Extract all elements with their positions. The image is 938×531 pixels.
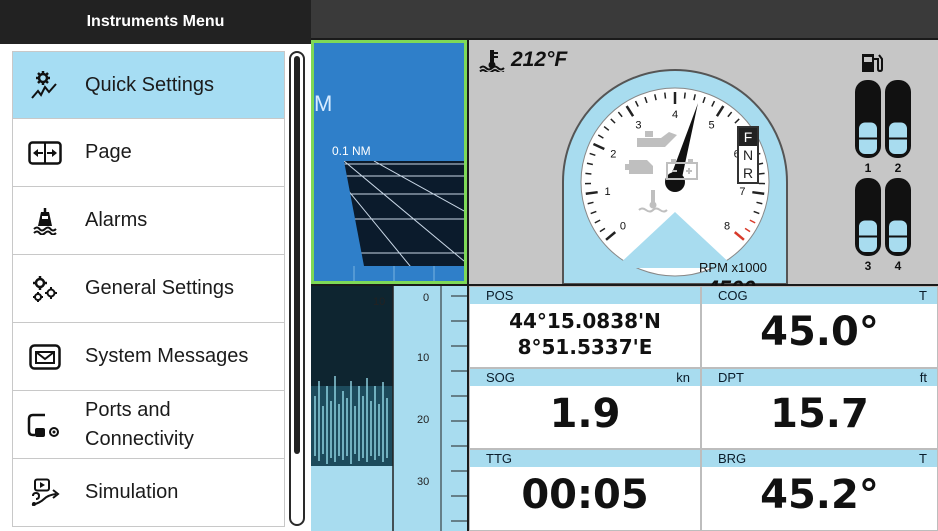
brg-unit: T: [919, 451, 927, 466]
pos-longitude: 8°51.5337'E: [517, 335, 653, 359]
chart-scale-label: 0.1 NM: [332, 144, 371, 158]
gauge-tick-label: 7: [739, 186, 745, 198]
pos-latitude: 44°15.0838'N: [509, 309, 661, 333]
gauge-minor-tick: [585, 172, 592, 175]
page-icon: [25, 140, 65, 165]
chart-perspective-grid: [314, 161, 464, 281]
gauge-minor-tick: [664, 92, 667, 99]
gauge-major-tick: [752, 190, 765, 195]
gear-forward: F: [739, 128, 757, 146]
tank-label: 4: [895, 259, 902, 273]
sog-cell[interactable]: SOG kn 1.9: [469, 368, 701, 449]
rpm-units-label: RPM x1000: [699, 260, 767, 275]
dpt-label: DPT: [718, 370, 744, 385]
menu-title: Instruments Menu: [0, 0, 311, 44]
menu-item-label-line1: Ports and: [85, 398, 171, 421]
sonar-pane[interactable]: 10 0 10 20 30: [311, 286, 467, 531]
engine-pane[interactable]: 212°F 012345678: [469, 40, 938, 301]
menu-item-label: Alarms: [85, 209, 148, 231]
menu-item-label-line2: Connectivity: [85, 427, 194, 450]
sog-label: SOG: [486, 370, 515, 385]
instruments-menu: Instruments Menu Quick Settings Page Ala…: [0, 0, 311, 531]
menu-item-general-settings[interactable]: General Settings: [12, 255, 285, 323]
menu-item-alarms[interactable]: Alarms: [12, 187, 285, 255]
check-engine-icon: [625, 160, 653, 174]
dpt-unit: ft: [919, 370, 927, 385]
ttg-value: 00:05: [521, 472, 649, 518]
sonar-depth-label: 20: [417, 414, 430, 426]
menu-item-label: Simulation: [85, 481, 179, 503]
brg-cell[interactable]: BRG T 45.2°: [701, 449, 938, 531]
tank-levels: 1 2 3 4: [851, 44, 931, 280]
menu-item-simulation[interactable]: Simulation: [12, 459, 285, 527]
gear-selector: F N R: [737, 126, 759, 184]
sog-value: 1.9: [549, 391, 621, 437]
cog-cell[interactable]: COG T 45.0°: [701, 286, 938, 368]
ports-icon: [25, 411, 65, 439]
menu-scrollbar[interactable]: [289, 51, 305, 526]
message-envelope-icon: [25, 343, 65, 370]
gears-icon: [25, 275, 65, 303]
alarm-buoy-icon: [25, 207, 65, 235]
chart-partial-label: M: [314, 91, 333, 116]
sonar-depth-label: 10: [417, 352, 430, 364]
chart-pane[interactable]: M 0.1 NM: [311, 40, 467, 284]
sonar-depth-label: 0: [423, 292, 430, 304]
ttg-cell[interactable]: TTG 00:05: [469, 449, 701, 531]
gauge-minor-tick: [758, 172, 765, 175]
menu-item-label: General Settings: [85, 277, 234, 299]
gauge-tick-label: 5: [708, 120, 714, 132]
cog-value: 45.0°: [760, 309, 879, 355]
sonar-depth-label: 30: [417, 476, 430, 488]
brg-label: BRG: [718, 451, 747, 466]
sonar-depth-label: 10: [373, 296, 386, 308]
pos-cell[interactable]: POS 44°15.0838'N 8°51.5337'E: [469, 286, 701, 368]
temperature-readout: 212°F: [479, 48, 567, 72]
tank-2: 2: [885, 80, 911, 175]
tank-4: 4: [885, 178, 911, 273]
gauge-major-tick: [585, 190, 598, 195]
battery-icon: [666, 159, 698, 180]
gauge-minor-tick: [683, 92, 686, 99]
simulation-icon: [25, 478, 65, 508]
gauge-tick-label: 0: [620, 221, 626, 233]
rpm-gauge: 012345678 F N R RPM x1: [557, 42, 793, 301]
menu-list: Quick Settings Page Alarms General Setti…: [12, 51, 285, 527]
tank-label: 3: [865, 259, 872, 273]
menu-item-system-messages[interactable]: System Messages: [12, 323, 285, 391]
tank-1: 1: [855, 80, 881, 175]
menu-item-label: Quick Settings: [85, 73, 214, 96]
oil-pressure-icon: [637, 131, 677, 147]
gauge-tick-label: 1: [605, 186, 611, 198]
menu-item-label: Ports and Connectivity: [85, 396, 194, 454]
menu-item-page[interactable]: Page: [12, 119, 285, 187]
quick-settings-icon: [25, 70, 65, 100]
sonar-display: [311, 286, 467, 531]
gear-neutral: N: [742, 147, 754, 163]
menu-item-ports-connectivity[interactable]: Ports and Connectivity: [12, 391, 285, 459]
coolant-temp-icon: [479, 50, 505, 72]
tank-3: 3: [855, 178, 881, 273]
cog-label: COG: [718, 288, 748, 303]
dpt-value: 15.7: [770, 391, 869, 437]
sog-unit: kn: [676, 370, 690, 385]
gauge-tick-label: 4: [672, 109, 678, 121]
gauge-tick-label: 2: [610, 148, 616, 160]
gauge-tick-label: 8: [724, 221, 730, 233]
dpt-cell[interactable]: DPT ft 15.7: [701, 368, 938, 449]
water-temp-icon: [638, 190, 668, 213]
tank-label: 2: [895, 161, 902, 175]
menu-item-label: System Messages: [85, 345, 249, 367]
menu-item-quick-settings[interactable]: Quick Settings: [12, 51, 285, 119]
cog-unit: T: [919, 288, 927, 303]
brg-value: 45.2°: [760, 472, 879, 518]
tank-label: 1: [865, 161, 872, 175]
gear-reverse: R: [742, 165, 754, 181]
pos-label: POS: [486, 288, 514, 303]
menu-scrollbar-thumb[interactable]: [294, 56, 300, 454]
ttg-label: TTG: [486, 451, 512, 466]
menu-item-label: Page: [85, 141, 132, 163]
